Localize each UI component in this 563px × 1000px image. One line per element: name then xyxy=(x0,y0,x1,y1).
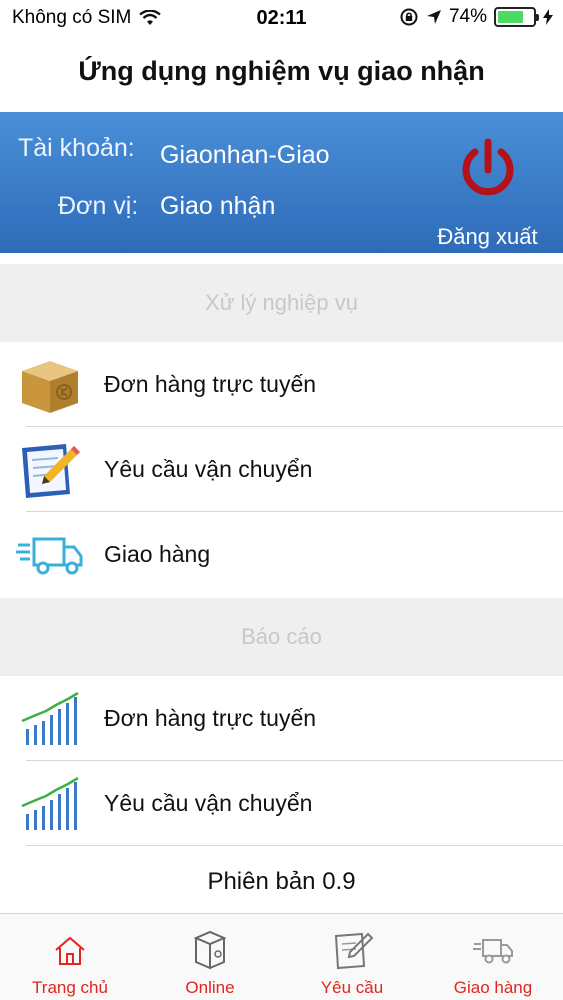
page-title: Ứng dụng nghiệm vụ giao nhận xyxy=(78,56,485,86)
version-text: Phiên bản 0.9 xyxy=(207,868,356,895)
menu-item-online-orders[interactable]: Đơn hàng trực tuyến xyxy=(0,342,563,427)
tab-label: Yêu cầu xyxy=(320,978,384,997)
section-header-reports: Báo cáo xyxy=(0,598,563,676)
section-header-business: Xử lý nghiệp vụ xyxy=(0,264,563,342)
menu-item-report-online-orders[interactable]: Đơn hàng trực tuyến xyxy=(0,676,563,761)
tab-online[interactable]: Online xyxy=(140,914,280,1000)
unit-label: Đơn vị: xyxy=(58,192,139,220)
account-banner: Tài khoản: Giaonhan-Giao Đơn vị: Giao nh… xyxy=(0,112,563,253)
home-icon xyxy=(55,936,85,965)
menu-item-label: Yêu cầu vận chuyển xyxy=(104,790,313,816)
tab-label: Online xyxy=(185,978,235,997)
menu-item-shipping-requests[interactable]: Yêu cầu vận chuyển xyxy=(0,427,563,512)
status-right: 74% xyxy=(399,6,553,28)
tab-delivery[interactable]: Giao hàng xyxy=(423,914,563,1000)
menu-item-delivery[interactable]: Giao hàng xyxy=(0,512,563,597)
delivery-truck-icon xyxy=(473,939,513,964)
edit-document-icon xyxy=(16,436,84,504)
tab-label: Trang chủ xyxy=(32,978,108,997)
delivery-truck-icon xyxy=(16,521,84,589)
status-bar: Không có SIM 02:11 74% xyxy=(0,0,563,36)
battery-level xyxy=(498,11,524,23)
tab-label: Giao hàng xyxy=(453,978,533,997)
account-label: Tài khoản: xyxy=(18,134,135,162)
menu-item-label: Yêu cầu vận chuyển xyxy=(104,456,313,482)
logout-button[interactable]: Đăng xuất xyxy=(420,132,555,249)
orientation-lock-icon xyxy=(400,8,418,26)
tab-requests[interactable]: Yêu cầu xyxy=(282,914,422,1000)
location-arrow-icon xyxy=(426,10,441,24)
battery-icon xyxy=(494,7,539,27)
box-icon xyxy=(193,930,227,970)
menu-item-label: Giao hàng xyxy=(104,541,211,567)
logout-label: Đăng xuất xyxy=(437,224,538,249)
power-icon xyxy=(462,138,514,196)
account-value: Giaonhan-Giao xyxy=(160,141,330,169)
unit-value: Giao nhận xyxy=(160,192,276,220)
tab-bar: Trang chủ Online Yêu cầu Giao hàng xyxy=(0,913,563,1000)
menu-item-report-shipping-requests[interactable]: Yêu cầu vận chuyển xyxy=(0,761,563,846)
package-box-icon xyxy=(16,351,84,419)
menu-item-label: Đơn hàng trực tuyến xyxy=(104,371,317,397)
charging-bolt-icon xyxy=(543,9,553,25)
bar-chart-icon xyxy=(16,685,84,753)
bar-chart-icon xyxy=(16,770,84,838)
edit-document-icon xyxy=(334,932,374,970)
row-divider xyxy=(26,845,563,846)
menu-item-label: Đơn hàng trực tuyến xyxy=(104,705,317,731)
tab-home[interactable]: Trang chủ xyxy=(0,914,140,1000)
battery-percent: 74% xyxy=(448,6,487,27)
